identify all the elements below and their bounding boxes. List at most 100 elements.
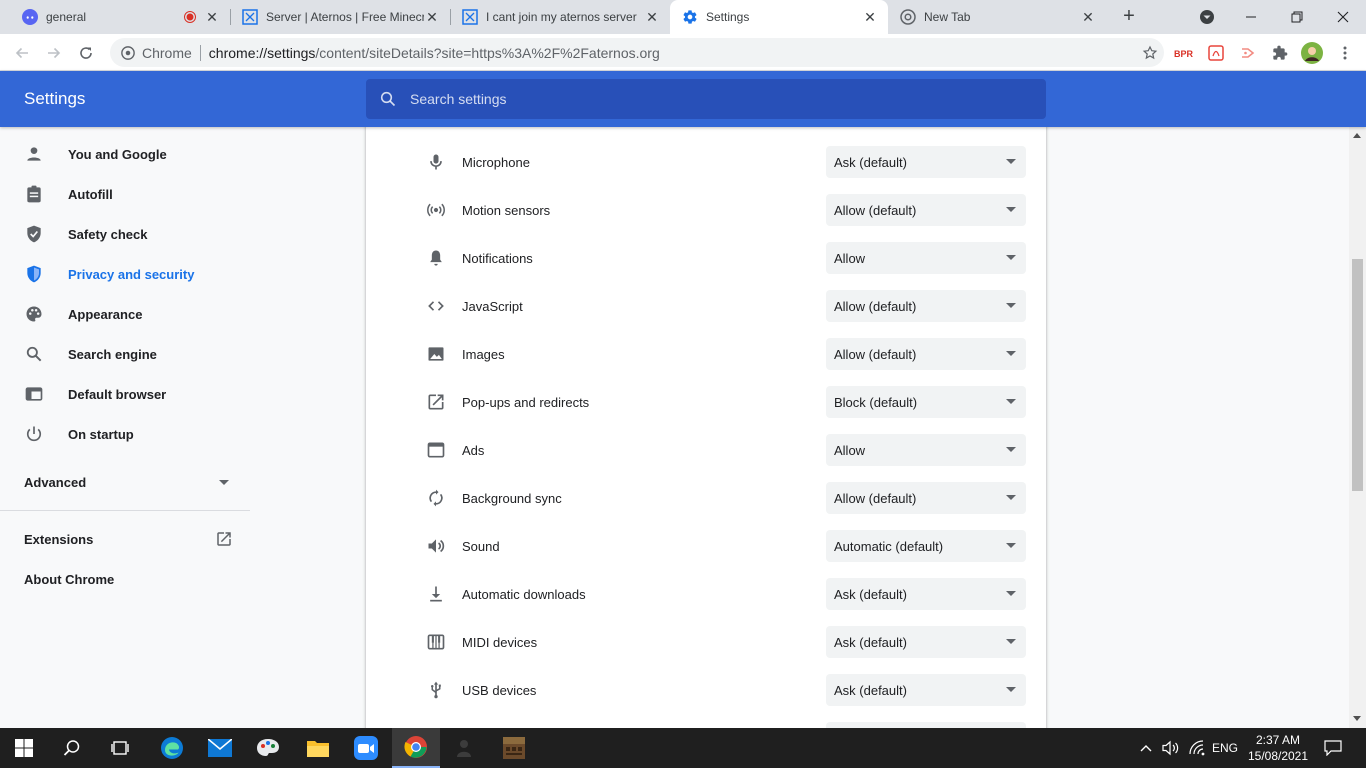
close-icon[interactable]: ✕ bbox=[204, 9, 220, 25]
permission-select[interactable]: Ask (default) bbox=[826, 146, 1026, 178]
caret-down-icon bbox=[1006, 255, 1016, 260]
permission-select[interactable]: Automatic (default) bbox=[826, 530, 1026, 562]
bell-icon bbox=[366, 248, 462, 268]
task-view-button[interactable] bbox=[96, 728, 144, 768]
taskbar-app-dim[interactable] bbox=[440, 728, 488, 768]
sidebar-divider bbox=[0, 510, 250, 511]
permission-select[interactable]: Allow bbox=[826, 434, 1026, 466]
clock-date: 15/08/2021 bbox=[1247, 749, 1309, 763]
minimize-button[interactable] bbox=[1228, 0, 1274, 34]
sidebar-item-about-chrome[interactable]: About Chrome bbox=[0, 559, 250, 599]
language-indicator[interactable]: ENG bbox=[1210, 728, 1240, 768]
sidebar-item-safety-check[interactable]: Safety check bbox=[0, 214, 250, 254]
aternos-icon bbox=[242, 9, 258, 25]
taskbar-edge[interactable] bbox=[148, 728, 196, 768]
close-window-button[interactable] bbox=[1320, 0, 1366, 34]
browser-toolbar: Chrome chrome://settings/content/siteDet… bbox=[0, 34, 1366, 71]
address-bar[interactable]: Chrome chrome://settings/content/siteDet… bbox=[110, 38, 1164, 67]
avatar[interactable] bbox=[1301, 42, 1323, 64]
sidebar-item-autofill[interactable]: Autofill bbox=[0, 174, 250, 214]
chevron-down-circle-icon bbox=[1200, 10, 1214, 24]
sidebar-item-on-startup[interactable]: On startup bbox=[0, 414, 250, 454]
image-icon bbox=[366, 344, 462, 364]
network-button[interactable] bbox=[1186, 728, 1208, 768]
sidebar-item-label: On startup bbox=[68, 426, 134, 442]
sidebar-item-label: Safety check bbox=[68, 226, 148, 242]
scrollbar-thumb[interactable] bbox=[1352, 259, 1363, 491]
open-external-icon bbox=[215, 530, 233, 551]
new-tab-button[interactable]: + bbox=[1118, 6, 1140, 28]
bpr-extension-icon[interactable]: BPR bbox=[1172, 42, 1194, 64]
close-icon[interactable]: ✕ bbox=[1080, 9, 1096, 25]
taskbar-minecraft[interactable] bbox=[490, 728, 538, 768]
caret-down-icon bbox=[1006, 639, 1016, 644]
taskbar-mail[interactable] bbox=[196, 728, 244, 768]
taskbar-paint[interactable] bbox=[244, 728, 292, 768]
tab-strip: general ✕ Server | Aternos | Free Minecr… bbox=[0, 0, 1366, 34]
sidebar-item-you-and-google[interactable]: You and Google bbox=[0, 134, 250, 174]
search-button[interactable] bbox=[48, 728, 96, 768]
sync-icon bbox=[366, 488, 462, 508]
permission-select[interactable]: Allow (default) bbox=[826, 290, 1026, 322]
speaker-icon bbox=[366, 536, 462, 556]
tab-search-button[interactable] bbox=[1184, 0, 1230, 34]
volume-button[interactable] bbox=[1160, 728, 1182, 768]
permission-select[interactable]: Allow (default) bbox=[826, 194, 1026, 226]
tab-new-tab[interactable]: New Tab ✕ bbox=[888, 0, 1106, 34]
windows-taskbar: ENG 2:37 AM 15/08/2021 bbox=[0, 728, 1366, 768]
tab-settings[interactable]: Settings ✕ bbox=[670, 0, 888, 34]
close-icon[interactable]: ✕ bbox=[644, 9, 660, 25]
restore-button[interactable] bbox=[1274, 0, 1320, 34]
arrow-left-icon bbox=[15, 47, 28, 59]
reload-button[interactable] bbox=[72, 39, 100, 67]
scroll-up-arrow-icon[interactable] bbox=[1353, 133, 1361, 138]
tab-aternos-server[interactable]: Server | Aternos | Free Minecraft ✕ bbox=[230, 0, 450, 34]
select-value: Ask (default) bbox=[834, 682, 907, 698]
sidebar-item-privacy-and-security[interactable]: Privacy and security bbox=[0, 254, 250, 294]
sidebar-item-search-engine[interactable]: Search engine bbox=[0, 334, 250, 374]
permission-select[interactable]: Allow bbox=[826, 242, 1026, 274]
search-input[interactable]: Search settings bbox=[366, 79, 1046, 119]
select-value: Allow bbox=[834, 250, 866, 266]
close-icon[interactable]: ✕ bbox=[424, 9, 440, 25]
permission-select[interactable]: Allow (default) bbox=[826, 482, 1026, 514]
share-extension-icon[interactable] bbox=[1237, 42, 1259, 64]
search-icon bbox=[0, 344, 68, 364]
sidebar-item-label: Appearance bbox=[68, 306, 143, 322]
clipboard-icon bbox=[0, 184, 68, 204]
chrome-menu-button[interactable] bbox=[1334, 42, 1356, 64]
permission-select[interactable]: Ask (default) bbox=[826, 578, 1026, 610]
pdf-extension-icon[interactable] bbox=[1205, 42, 1227, 64]
url-host: chrome://settings bbox=[208, 44, 316, 61]
page-scrollbar[interactable] bbox=[1349, 127, 1366, 728]
puzzle-icon[interactable] bbox=[1269, 42, 1291, 64]
permission-select[interactable]: Ask (default) bbox=[826, 674, 1026, 706]
tray-overflow-button[interactable] bbox=[1136, 728, 1156, 768]
close-icon[interactable]: ✕ bbox=[862, 9, 878, 25]
forward-button[interactable] bbox=[40, 39, 68, 67]
permission-row-notifications: Notifications Allow bbox=[366, 234, 1046, 282]
minecraft-icon bbox=[503, 737, 525, 759]
sidebar-item-appearance[interactable]: Appearance bbox=[0, 294, 250, 334]
back-button[interactable] bbox=[8, 39, 36, 67]
taskbar-file-explorer[interactable] bbox=[294, 728, 342, 768]
select-value: Allow (default) bbox=[834, 490, 917, 506]
sidebar-item-advanced[interactable]: Advanced bbox=[0, 462, 250, 502]
sidebar-item-default-browser[interactable]: Default browser bbox=[0, 374, 250, 414]
permission-select[interactable]: Ask (default) bbox=[826, 626, 1026, 658]
notifications-button[interactable] bbox=[1318, 728, 1348, 768]
taskbar-chrome[interactable] bbox=[392, 728, 440, 768]
permission-select[interactable]: Allow (default) bbox=[826, 338, 1026, 370]
clock[interactable]: 2:37 AM 15/08/2021 bbox=[1246, 732, 1310, 764]
tab-cant-join[interactable]: I cant join my aternos server ✕ bbox=[450, 0, 670, 34]
scroll-down-arrow-icon[interactable] bbox=[1353, 716, 1361, 721]
tab-general[interactable]: general ✕ bbox=[10, 0, 230, 34]
sidebar-item-extensions[interactable]: Extensions bbox=[0, 519, 250, 559]
settings-header: Settings Search settings bbox=[0, 71, 1366, 127]
permission-select[interactable]: Block (default) bbox=[826, 386, 1026, 418]
start-button[interactable] bbox=[0, 728, 48, 768]
sidebar-item-label: Autofill bbox=[68, 186, 113, 202]
taskbar-zoom[interactable] bbox=[342, 728, 390, 768]
bookmark-star-icon[interactable] bbox=[1136, 45, 1164, 61]
paint-palette-icon bbox=[257, 739, 279, 756]
